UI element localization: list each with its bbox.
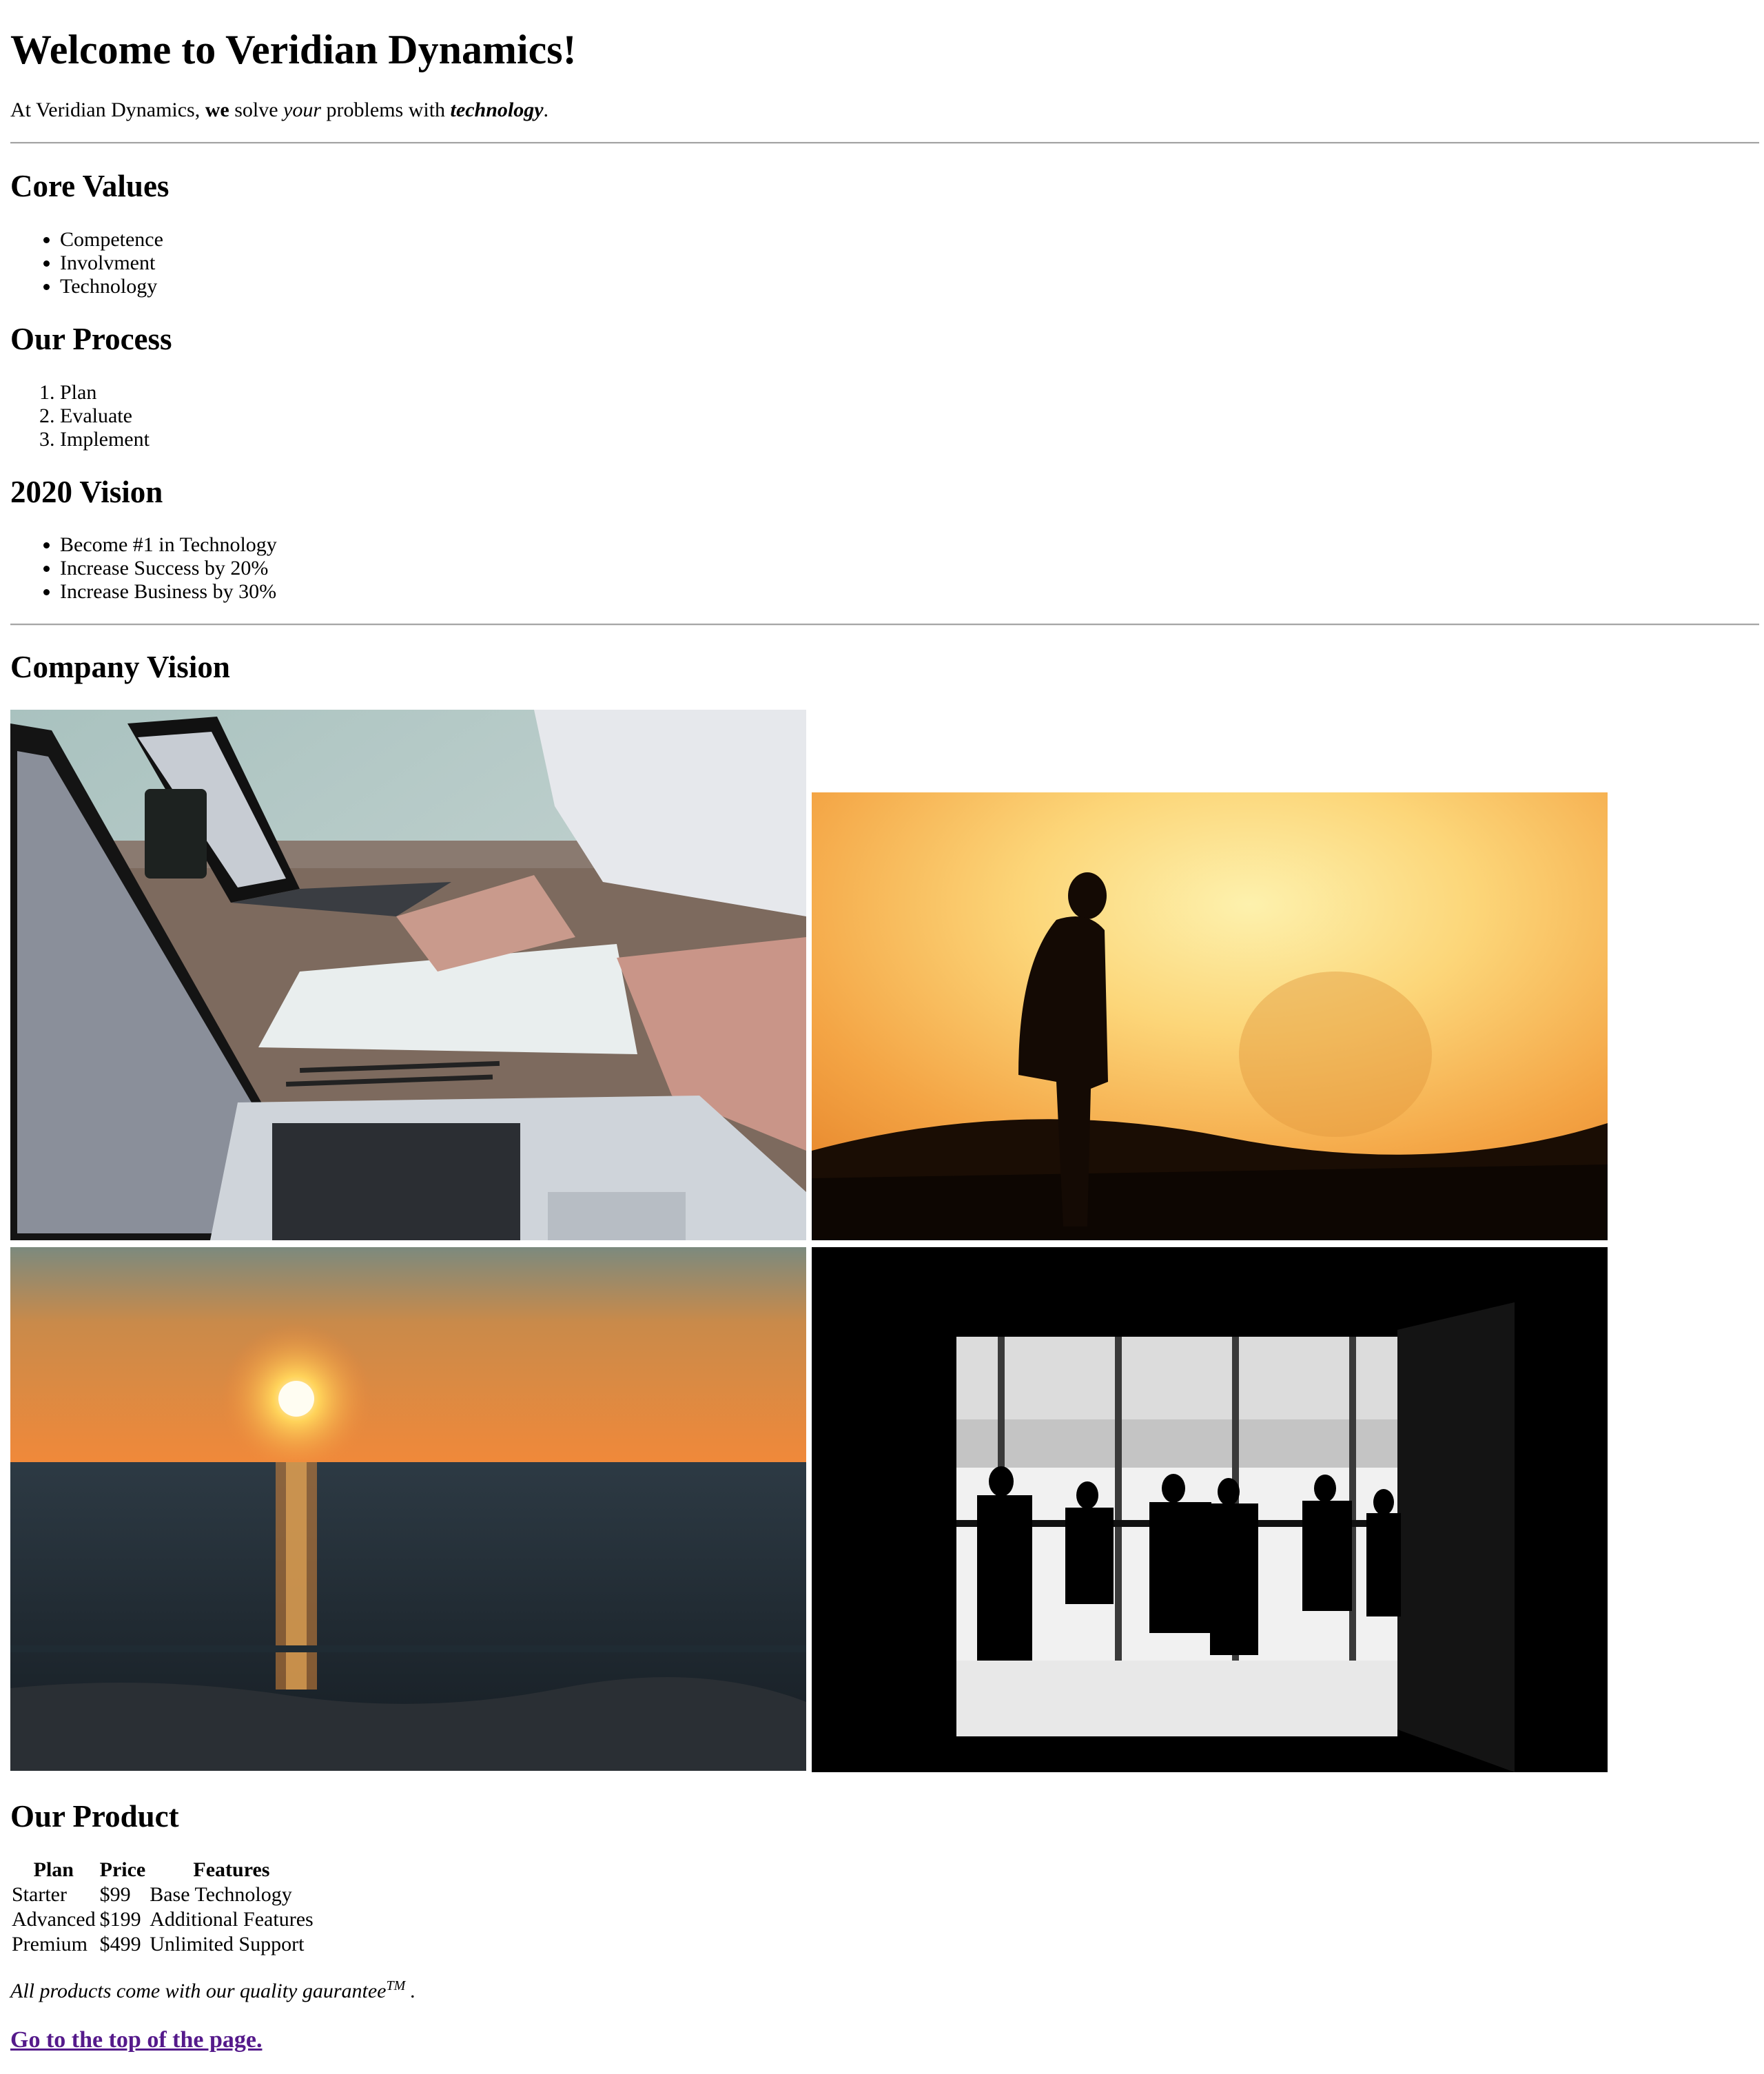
intro-bold-we: we xyxy=(205,99,229,121)
company-vision-heading: Company Vision xyxy=(10,650,230,684)
our-product-heading: Our Product xyxy=(10,1799,179,1834)
intro-text: At Veridian Dynamics, xyxy=(10,99,205,121)
table-row: Premium $499 Unlimited Support xyxy=(11,1933,314,1956)
meeting-room-image xyxy=(812,1247,1608,1772)
intro-bold-italic-technology: technology xyxy=(450,99,544,121)
core-values-list: Competence Involvment Technology xyxy=(10,228,163,298)
core-values-heading: Core Values xyxy=(10,169,170,203)
intro-text: solve xyxy=(229,99,284,121)
table-cell: Starter xyxy=(12,1883,67,1906)
trademark-mark: TM xyxy=(386,1978,406,1993)
column-header-price: Price xyxy=(99,1858,146,1881)
table-cell: Additional Features xyxy=(150,1908,314,1931)
vision-2020-heading: 2020 Vision xyxy=(10,475,163,509)
list-item: Evaluate xyxy=(60,404,150,428)
table-header-row: Plan Price Features xyxy=(11,1858,314,1882)
guarantee-text: All products come with our quality gaura… xyxy=(10,1980,387,2002)
list-item: Technology xyxy=(60,275,163,298)
column-header-plan: Plan xyxy=(33,1858,74,1881)
list-item: Become #1 in Technology xyxy=(60,533,277,557)
table-cell: $499 xyxy=(99,1933,141,1955)
list-item: Involvment xyxy=(60,251,163,275)
top-of-page-link[interactable]: Go to the top of the page. xyxy=(10,2026,262,2055)
list-item: Plan xyxy=(60,381,150,404)
table-cell: $199 xyxy=(99,1908,141,1931)
silhouette-sunrise-image xyxy=(812,792,1608,1240)
divider xyxy=(10,142,1759,144)
table-cell: Base Technology xyxy=(150,1883,292,1906)
table-cell: Unlimited Support xyxy=(150,1933,305,1955)
sea-sunset-image xyxy=(10,1247,806,1771)
page-title: Welcome to Veridian Dynamics! xyxy=(10,27,577,72)
list-item: Implement xyxy=(60,428,150,451)
product-table: Plan Price Features Starter $99 Base Tec… xyxy=(8,1857,317,1958)
table-cell: Premium xyxy=(12,1933,88,1955)
intro-text: problems with xyxy=(321,99,451,121)
table-cell: Advanced xyxy=(12,1908,96,1931)
vision-2020-list: Become #1 in Technology Increase Success… xyxy=(10,533,277,604)
intro-text: . xyxy=(543,99,549,121)
intro-paragraph: At Veridian Dynamics, we solve your prob… xyxy=(10,98,548,123)
table-row: Starter $99 Base Technology xyxy=(11,1883,314,1907)
table-row: Advanced $199 Additional Features xyxy=(11,1908,314,1931)
list-item: Increase Business by 30% xyxy=(60,580,277,604)
office-laptops-image xyxy=(10,710,806,1240)
guarantee-note: All products come with our quality gaura… xyxy=(10,1979,416,2004)
guarantee-end: . xyxy=(405,1980,416,2002)
intro-italic-your: your xyxy=(283,99,322,121)
divider xyxy=(10,624,1759,626)
list-item: Competence xyxy=(60,228,163,251)
column-header-features: Features xyxy=(193,1858,270,1881)
table-cell: $99 xyxy=(99,1883,131,1906)
our-process-heading: Our Process xyxy=(10,322,172,356)
list-item: Increase Success by 20% xyxy=(60,557,277,580)
our-process-list: Plan Evaluate Implement xyxy=(10,381,150,451)
